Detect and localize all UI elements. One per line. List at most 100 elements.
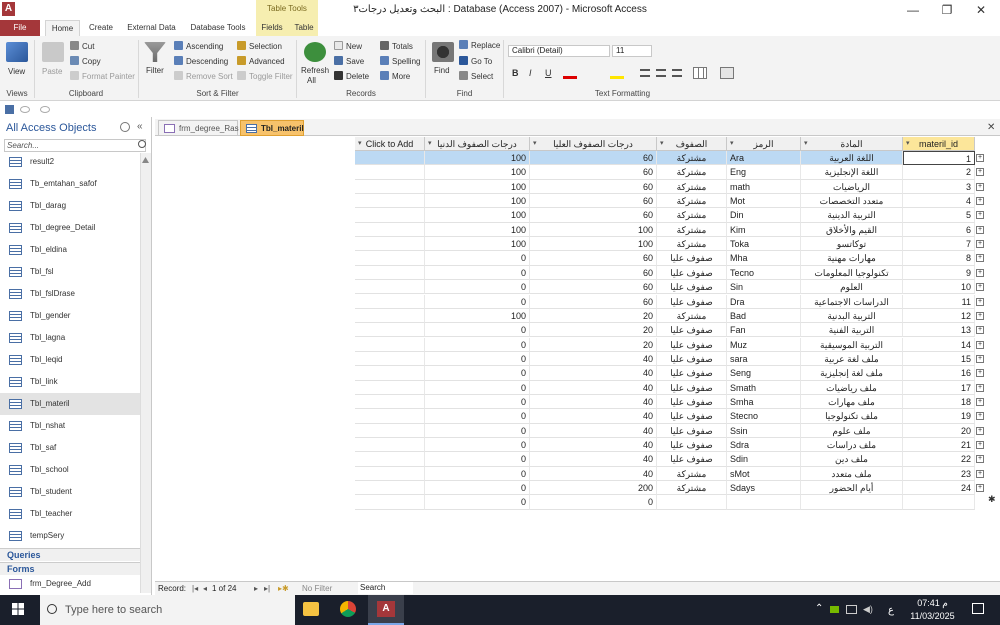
cell-id[interactable]: 21 (903, 438, 975, 453)
tab-create[interactable]: Create (84, 20, 118, 36)
col-header-id[interactable]: ▾ materil_id (903, 137, 975, 151)
cell-grades[interactable]: مشتركة (657, 194, 727, 209)
cell-id[interactable]: 14 (903, 337, 975, 352)
cell-high[interactable]: 40 (530, 452, 657, 467)
cell-empty[interactable] (355, 222, 425, 238)
cell-grades[interactable]: صفوف عليا (657, 337, 727, 352)
alternate-row-color-icon[interactable] (720, 67, 734, 79)
cell-code[interactable]: Toka (727, 237, 801, 252)
cell-code[interactable]: Sdra (727, 438, 801, 453)
align-center-icon[interactable] (656, 69, 666, 77)
cell-id[interactable]: 5 (903, 208, 975, 223)
cell-empty[interactable] (355, 165, 425, 180)
cell-low[interactable]: 100 (425, 208, 530, 223)
paste-button[interactable]: Paste (42, 67, 62, 76)
cell-empty[interactable] (355, 194, 425, 209)
nav-item-table[interactable]: Tbl_gender (0, 305, 140, 327)
first-record-icon[interactable]: |◂ (192, 584, 198, 593)
nav-item-table[interactable]: Tbl_nshat (0, 415, 140, 437)
cell-empty[interactable] (355, 466, 425, 481)
table-row[interactable]: 100 100 مشتركة Toka توكاتسو 7 + (355, 237, 987, 252)
col-header-click-to-add[interactable]: ▾ Click to Add (355, 137, 425, 151)
cell-high[interactable]: 20 (530, 308, 657, 324)
nav-item-table[interactable]: Tb_emtahan_safof (0, 173, 140, 195)
qat-undo-icon[interactable] (20, 106, 30, 113)
cell-subject[interactable]: ملف علوم (801, 423, 903, 438)
toggle-filter-button[interactable]: Toggle Filter (237, 71, 293, 81)
cell-code[interactable] (727, 495, 801, 510)
filter-button[interactable]: Filter (146, 66, 164, 75)
font-size-dropdown[interactable]: 11 (612, 45, 652, 57)
next-record-icon[interactable]: ▸ (254, 584, 258, 593)
cell-low[interactable]: 0 (425, 423, 530, 438)
table-row[interactable]: 0 40 صفوف عليا sara ملف لغة عربية 15 + (355, 351, 987, 367)
nav-item-table[interactable]: result2 (0, 151, 140, 173)
close-button[interactable]: ✕ (964, 0, 998, 20)
ascending-button[interactable]: Ascending (174, 41, 223, 51)
minimize-button[interactable]: — (896, 0, 930, 20)
expand-subdatasheet-icon[interactable]: + (976, 369, 984, 378)
cell-high[interactable]: 0 (530, 495, 657, 510)
cell-high[interactable]: 60 (530, 208, 657, 223)
expand-subdatasheet-icon[interactable]: + (976, 397, 984, 406)
maximize-button[interactable]: ❐ (930, 0, 964, 20)
cell-grades[interactable]: صفوف عليا (657, 294, 727, 309)
cell-high[interactable]: 60 (530, 151, 657, 166)
cell-empty[interactable] (355, 308, 425, 324)
cell-low[interactable]: 0 (425, 351, 530, 367)
cell-low[interactable]: 0 (425, 452, 530, 467)
search-icon[interactable] (138, 140, 146, 148)
cell-high[interactable]: 60 (530, 265, 657, 281)
nav-scrollbar[interactable] (140, 153, 151, 593)
shutter-bar-close-icon[interactable]: « (137, 121, 143, 132)
cell-low[interactable]: 100 (425, 194, 530, 209)
save-record-button[interactable]: Save (334, 56, 364, 66)
table-row[interactable]: 100 20 مشتركة Bad التربية البدنية 12 + (355, 308, 987, 324)
cell-high[interactable]: 40 (530, 409, 657, 424)
cell-id[interactable]: 11 (903, 294, 975, 309)
doc-tab-table[interactable]: Tbl_materil (240, 120, 304, 136)
cell-low[interactable]: 0 (425, 438, 530, 453)
cell-low[interactable]: 0 (425, 251, 530, 266)
nav-section-queries[interactable]: Queries (0, 548, 140, 561)
cell-grades[interactable] (657, 495, 727, 510)
cell-grades[interactable]: مشتركة (657, 165, 727, 180)
cell-empty[interactable] (355, 452, 425, 467)
cell-subject[interactable]: الدراسات الاجتماعية (801, 294, 903, 309)
expand-subdatasheet-icon[interactable]: + (976, 455, 984, 464)
select-button[interactable]: Select (459, 71, 493, 81)
cell-grades[interactable]: صفوف عليا (657, 251, 727, 266)
nav-item-table[interactable]: Tbl_darag (0, 195, 140, 217)
cell-id[interactable] (903, 495, 975, 510)
cell-grades[interactable]: مشتركة (657, 308, 727, 324)
new-record-button[interactable]: New (334, 41, 362, 51)
align-right-icon[interactable] (672, 69, 682, 77)
cell-subject[interactable]: التربية الدينية (801, 208, 903, 223)
cell-code[interactable]: Din (727, 208, 801, 223)
cell-subject[interactable]: القيم والأخلاق (801, 222, 903, 238)
cell-empty[interactable] (355, 179, 425, 194)
cell-empty[interactable] (355, 438, 425, 453)
cell-low[interactable]: 0 (425, 481, 530, 496)
cell-high[interactable]: 40 (530, 438, 657, 453)
table-row[interactable]: 0 20 صفوف عليا Fan التربية الفنية 13 + (355, 323, 987, 338)
no-filter-indicator[interactable]: No Filter (302, 584, 332, 593)
table-row[interactable]: 0 60 صفوف عليا Sin العلوم 10 + (355, 280, 987, 295)
cell-code[interactable]: Tecno (727, 265, 801, 281)
expand-subdatasheet-icon[interactable]: + (976, 182, 984, 191)
cell-low[interactable]: 0 (425, 265, 530, 281)
clock-time[interactable]: 07:41 م (910, 598, 955, 609)
highlight-color-icon[interactable] (610, 67, 624, 79)
cell-grades[interactable]: صفوف عليا (657, 438, 727, 453)
cell-id[interactable]: 18 (903, 394, 975, 410)
cell-empty[interactable] (355, 294, 425, 309)
cell-id[interactable]: 6 (903, 222, 975, 238)
cell-subject[interactable]: أيام الحضور (801, 481, 903, 496)
cell-high[interactable]: 60 (530, 179, 657, 194)
table-row[interactable]: 100 100 مشتركة Kim القيم والأخلاق 6 + (355, 222, 987, 238)
cell-grades[interactable]: صفوف عليا (657, 323, 727, 338)
cell-subject[interactable]: ملف دين (801, 452, 903, 467)
cell-id[interactable]: 8 (903, 251, 975, 266)
cell-code[interactable]: Smath (727, 380, 801, 395)
nav-menu-chevron-icon[interactable] (120, 122, 130, 132)
